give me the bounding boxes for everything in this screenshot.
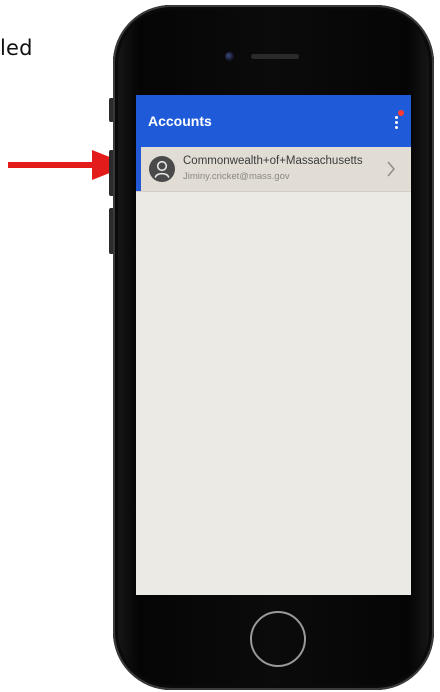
account-name: Commonwealth+of+Massachusetts: [183, 155, 363, 167]
app-bar: Accounts: [136, 95, 411, 147]
earpiece-speaker: [251, 54, 299, 59]
more-vertical-icon[interactable]: [391, 110, 404, 132]
chevron-right-icon: [387, 161, 395, 177]
account-email: Jiminy.cricket@mass.gov: [183, 171, 290, 182]
home-button[interactable]: [250, 611, 306, 667]
document-text-fragment: led: [0, 36, 33, 60]
page: led Accounts Commonwealth+of+Massachuset…: [0, 0, 440, 692]
account-list-item[interactable]: Commonwealth+of+Massachusetts Jiminy.cri…: [136, 147, 411, 192]
app-title: Accounts: [148, 113, 212, 129]
notification-dot: [398, 110, 404, 116]
front-camera-icon: [225, 52, 234, 61]
phone-frame: Accounts Commonwealth+of+Massachusetts J…: [113, 5, 434, 690]
phone-screen: Accounts Commonwealth+of+Massachusetts J…: [136, 95, 411, 595]
person-icon: [149, 156, 175, 182]
selected-indicator: [136, 147, 141, 191]
